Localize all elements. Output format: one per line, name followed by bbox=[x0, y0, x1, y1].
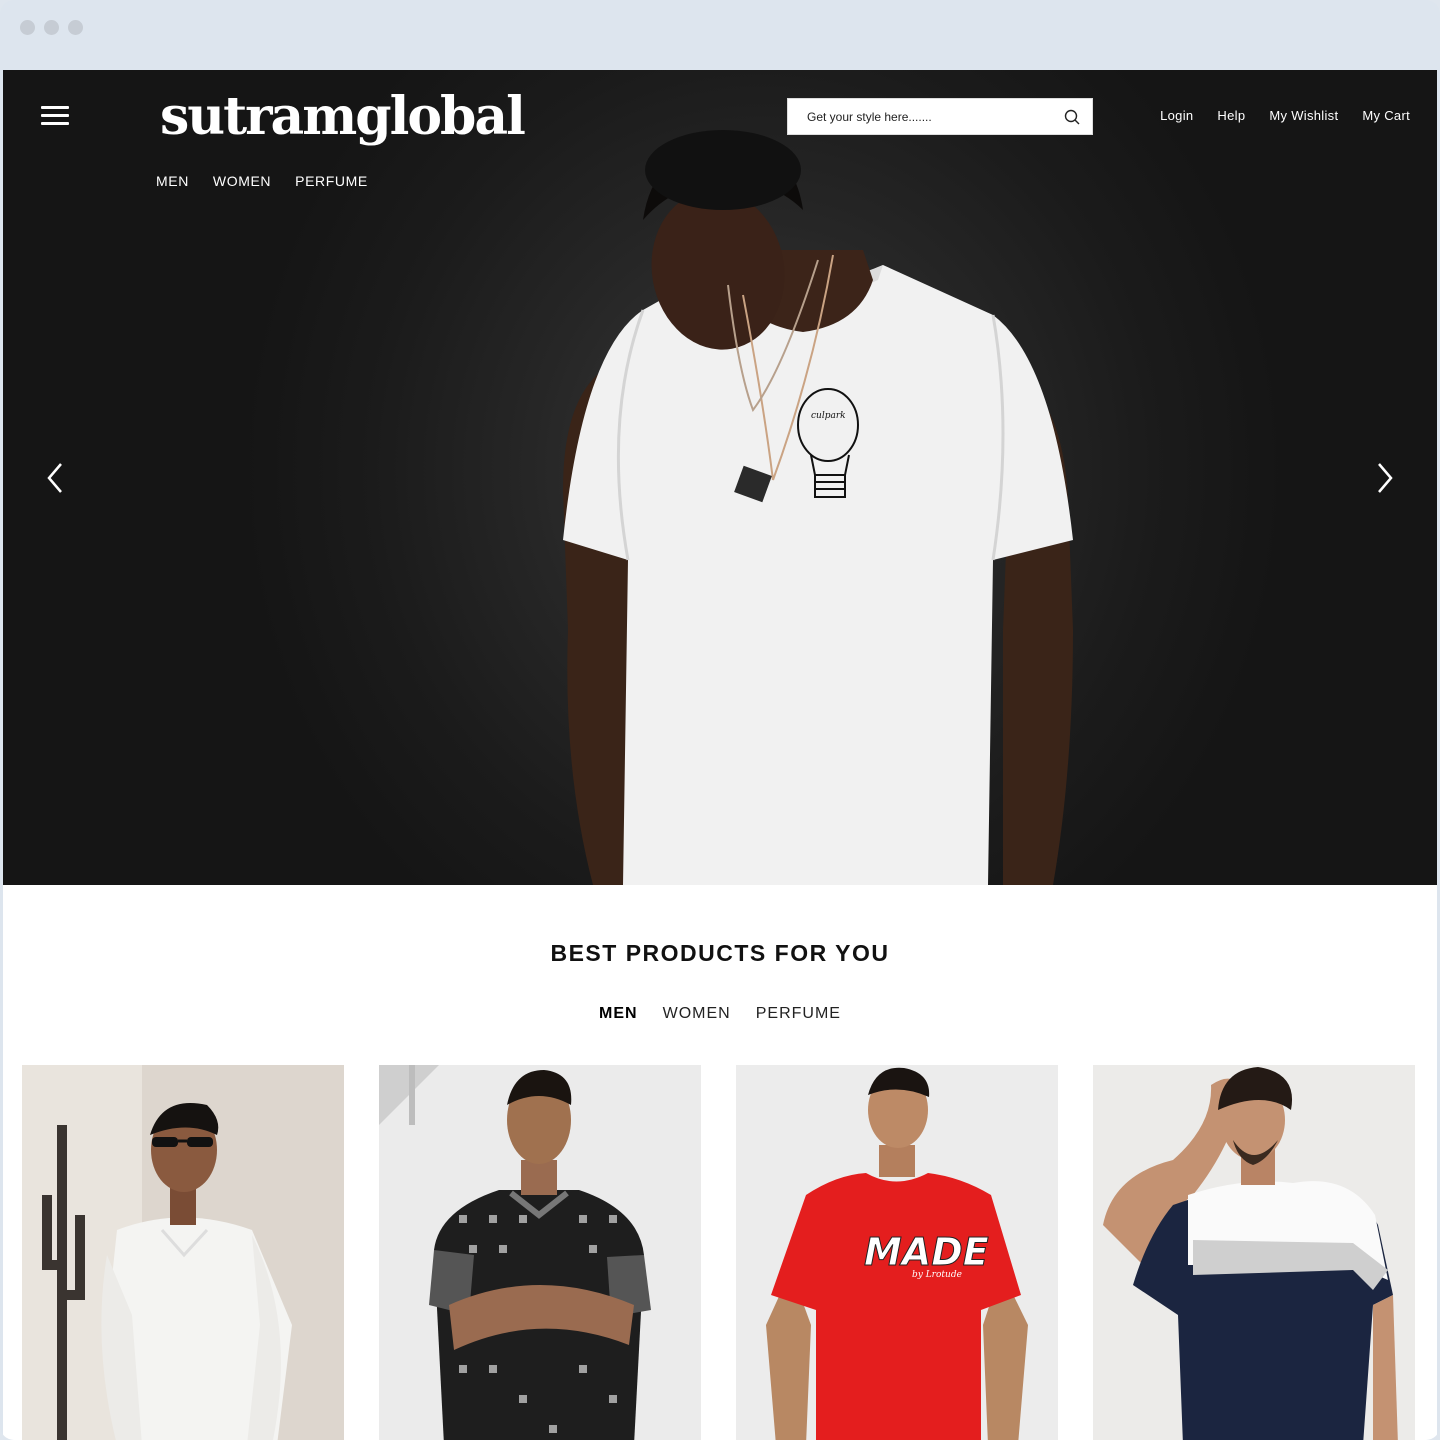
hero-image: culpark bbox=[563, 130, 1073, 885]
chevron-right-icon[interactable] bbox=[1369, 458, 1399, 498]
tab-perfume[interactable]: PERFUME bbox=[756, 1005, 841, 1023]
product-image bbox=[379, 1065, 701, 1440]
search-bar bbox=[787, 98, 1093, 135]
login-link[interactable]: Login bbox=[1160, 108, 1193, 123]
browser-window: culpark sutramglobal MEN WOMEN PERFUME L… bbox=[0, 0, 1440, 1440]
product-image bbox=[22, 1065, 344, 1440]
product-image: MADE by Lrotude bbox=[736, 1065, 1058, 1440]
product-card-red-tshirt[interactable]: MADE by Lrotude bbox=[736, 1065, 1058, 1440]
cart-link[interactable]: My Cart bbox=[1362, 108, 1410, 123]
hero-banner: culpark sutramglobal MEN WOMEN PERFUME L… bbox=[3, 70, 1437, 885]
svg-text:culpark: culpark bbox=[811, 411, 846, 421]
tab-men[interactable]: MEN bbox=[599, 1005, 638, 1023]
brand-logo[interactable]: sutramglobal bbox=[160, 86, 526, 147]
window-dot-close[interactable] bbox=[20, 20, 35, 35]
search-input[interactable] bbox=[788, 99, 1052, 134]
search-icon[interactable] bbox=[1052, 109, 1092, 125]
window-dot-minimize[interactable] bbox=[44, 20, 59, 35]
nav-item-perfume[interactable]: PERFUME bbox=[295, 173, 368, 189]
product-card-colorblock-tshirt[interactable] bbox=[1093, 1065, 1415, 1440]
product-card-black-polo[interactable] bbox=[379, 1065, 701, 1440]
product-card-white-polo[interactable] bbox=[22, 1065, 344, 1440]
window-dot-maximize[interactable] bbox=[68, 20, 83, 35]
hamburger-icon[interactable] bbox=[41, 106, 71, 128]
page-viewport: culpark sutramglobal MEN WOMEN PERFUME L… bbox=[3, 70, 1437, 1440]
svg-text:by Lrotude: by Lrotude bbox=[912, 1270, 962, 1280]
nav-item-men[interactable]: MEN bbox=[156, 173, 189, 189]
help-link[interactable]: Help bbox=[1217, 108, 1245, 123]
top-nav: MEN WOMEN PERFUME bbox=[156, 173, 368, 189]
product-image bbox=[1093, 1065, 1415, 1440]
window-controls bbox=[20, 20, 83, 35]
nav-item-women[interactable]: WOMEN bbox=[213, 173, 271, 189]
made-print: MADE bbox=[864, 1230, 989, 1274]
section-title: BEST PRODUCTS FOR YOU bbox=[550, 940, 890, 966]
tab-women[interactable]: WOMEN bbox=[663, 1005, 731, 1023]
account-links: Login Help My Wishlist My Cart bbox=[1160, 108, 1410, 123]
product-tabs: MEN WOMEN PERFUME bbox=[3, 1005, 1437, 1023]
product-grid: MADE by Lrotude bbox=[22, 1065, 1415, 1440]
wishlist-link[interactable]: My Wishlist bbox=[1269, 108, 1338, 123]
chevron-left-icon[interactable] bbox=[41, 458, 71, 498]
